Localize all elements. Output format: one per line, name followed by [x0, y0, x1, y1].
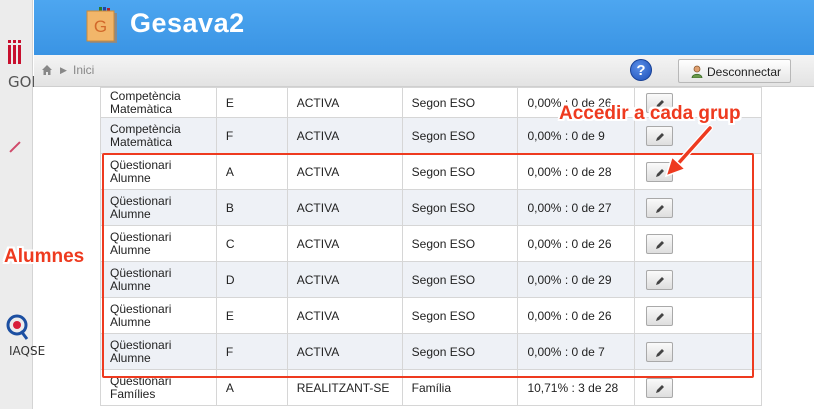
- cell-level: Segon ESO: [401, 153, 519, 190]
- cell-actions: [634, 225, 762, 262]
- pencil-icon: [656, 384, 665, 393]
- cell-state: ACTIVA: [286, 333, 403, 370]
- pencil-icon: [656, 204, 665, 213]
- cell-progress: 0,00% : 0 de 26: [517, 225, 636, 262]
- iaqse-logo-icon: [6, 314, 29, 340]
- cell-state: ACTIVA: [286, 297, 403, 334]
- cell-state: ACTIVA: [286, 87, 403, 118]
- goib-emblem-icon: [7, 40, 25, 64]
- cell-name: Qüestionari Alumne: [100, 225, 217, 262]
- cell-name: Qüestionari Famílies: [100, 369, 217, 406]
- left-logo-strip: GOIB IAQSE: [0, 0, 47, 409]
- cell-name: Competència Matemàtica: [100, 117, 217, 154]
- logo-letter: G: [94, 17, 107, 36]
- iaqse-label: IAQSE: [9, 344, 46, 358]
- edit-button[interactable]: [646, 233, 674, 254]
- cell-state: ACTIVA: [286, 153, 403, 190]
- cell-actions: [634, 261, 762, 298]
- table-row: Qüestionari Alumne C ACTIVA Segon ESO 0,…: [100, 225, 762, 262]
- home-icon[interactable]: [41, 64, 53, 76]
- cell-level: Segon ESO: [401, 87, 519, 118]
- goib-label: GOIB: [8, 73, 47, 91]
- cell-level: Segon ESO: [401, 297, 519, 334]
- edit-button[interactable]: [646, 197, 674, 218]
- table-row: Qüestionari Alumne F ACTIVA Segon ESO 0,…: [100, 333, 762, 370]
- goib-slash-mark: [9, 141, 21, 153]
- edit-button[interactable]: [646, 341, 674, 362]
- cell-progress: 0,00% : 0 de 7: [517, 333, 636, 370]
- pencil-icon: [656, 348, 665, 357]
- edit-button[interactable]: [646, 269, 674, 290]
- help-icon[interactable]: ?: [630, 59, 652, 81]
- cell-group: E: [215, 87, 288, 118]
- cell-group: E: [215, 297, 288, 334]
- annotation-accedir-grup: Accedir a cada grup: [559, 103, 741, 124]
- cell-state: ACTIVA: [286, 261, 403, 298]
- pencil-icon: [656, 312, 665, 321]
- pencil-icon: [656, 276, 665, 285]
- cell-group: B: [215, 189, 288, 226]
- cell-state: ACTIVA: [286, 117, 403, 154]
- breadcrumb-inici[interactable]: Inici: [73, 63, 94, 77]
- table-row: Qüestionari Famílies A REALITZANT-SE Fam…: [100, 369, 762, 406]
- edit-button[interactable]: [646, 377, 674, 398]
- cell-group: A: [215, 153, 288, 190]
- cell-group: A: [215, 369, 288, 406]
- logout-button[interactable]: Desconnectar: [678, 59, 791, 83]
- cell-state: ACTIVA: [286, 225, 403, 262]
- cell-name: Qüestionari Alumne: [100, 261, 217, 298]
- breadcrumb-separator-icon: ▶: [60, 65, 67, 75]
- cell-level: Segon ESO: [401, 189, 519, 226]
- table-row: Qüestionari Alumne B ACTIVA Segon ESO 0,…: [100, 189, 762, 226]
- cell-group: F: [215, 333, 288, 370]
- annotation-alumnes: Alumnes: [4, 246, 85, 267]
- cell-name: Qüestionari Alumne: [100, 189, 217, 226]
- cell-level: Segon ESO: [401, 117, 519, 154]
- cell-group: F: [215, 117, 288, 154]
- cell-actions: [634, 189, 762, 226]
- cell-group: C: [215, 225, 288, 262]
- table-row: Qüestionari Alumne D ACTIVA Segon ESO 0,…: [100, 261, 762, 298]
- app-header: G Gesava2: [34, 0, 814, 55]
- annotation-arrow-icon: [664, 125, 713, 178]
- cell-progress: 10,71% : 3 de 28: [517, 369, 636, 406]
- edit-button[interactable]: [646, 305, 674, 326]
- app-logo-icon: G: [86, 7, 117, 43]
- cell-state: ACTIVA: [286, 189, 403, 226]
- cell-group: D: [215, 261, 288, 298]
- cell-actions: [634, 297, 762, 334]
- cell-name: Qüestionari Alumne: [100, 297, 217, 334]
- cell-state: REALITZANT-SE: [286, 369, 403, 406]
- cell-progress: 0,00% : 0 de 27: [517, 189, 636, 226]
- cell-level: Segon ESO: [401, 261, 519, 298]
- logout-label: Desconnectar: [707, 65, 782, 79]
- cell-progress: 0,00% : 0 de 29: [517, 261, 636, 298]
- cell-progress: 0,00% : 0 de 28: [517, 153, 636, 190]
- cell-name: Competència Matemàtica: [100, 87, 217, 118]
- cell-actions: [634, 369, 762, 406]
- cell-actions: [634, 333, 762, 370]
- cell-level: Segon ESO: [401, 333, 519, 370]
- pencil-icon: [656, 240, 665, 249]
- cell-name: Qüestionari Alumne: [100, 153, 217, 190]
- app-title: Gesava2: [130, 8, 245, 38]
- cell-progress: 0,00% : 0 de 26: [517, 297, 636, 334]
- table-row: Qüestionari Alumne E ACTIVA Segon ESO 0,…: [100, 297, 762, 334]
- cell-level: Família: [401, 369, 519, 406]
- toolbar: ▶ Inici ? Desconnectar: [34, 55, 814, 87]
- cell-name: Qüestionari Alumne: [100, 333, 217, 370]
- user-icon: [691, 65, 703, 78]
- cell-level: Segon ESO: [401, 225, 519, 262]
